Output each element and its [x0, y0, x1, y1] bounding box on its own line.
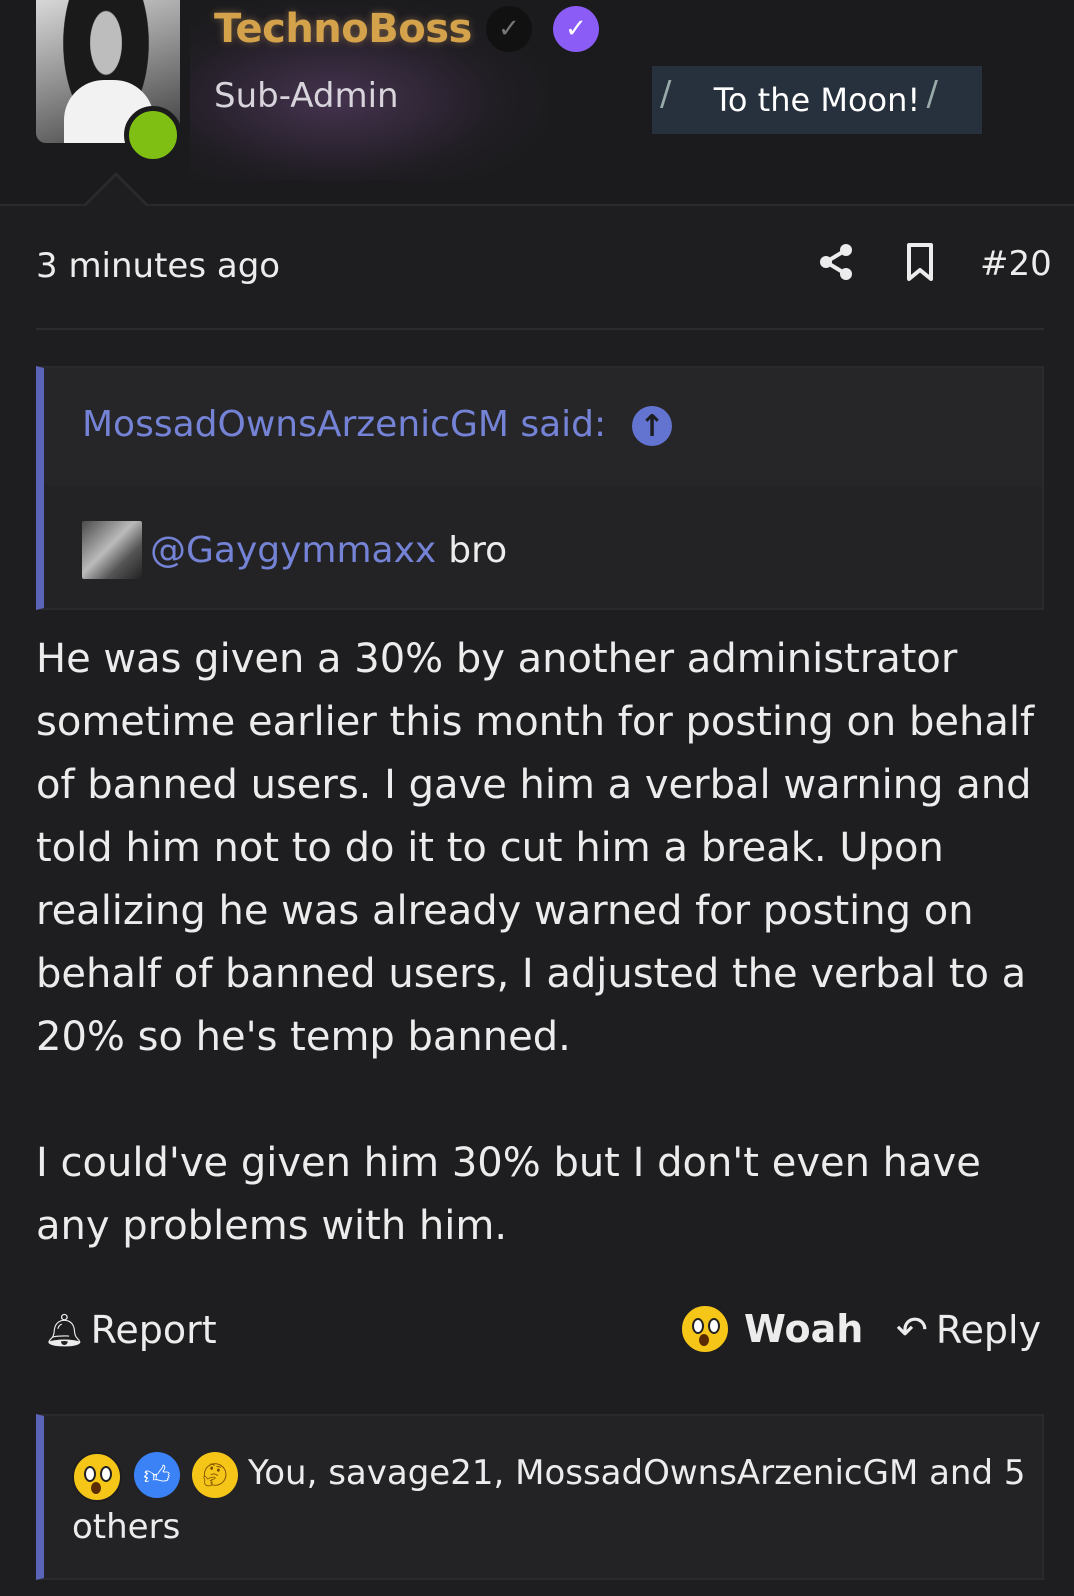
- post-number-link[interactable]: #20: [980, 244, 1052, 284]
- bell-icon: 🔔︎: [44, 1311, 85, 1349]
- reaction-summary[interactable]: You, savage21, MossadOwnsArzenicGM and 5…: [72, 1446, 1032, 1554]
- post-timestamp[interactable]: 3 minutes ago: [36, 246, 280, 286]
- post-actions: 🔔︎ Report Woah ↶ Reply: [36, 1300, 1044, 1364]
- reply-button[interactable]: ↶ Reply: [896, 1308, 1041, 1352]
- post-meta: 3 minutes ago #20: [36, 238, 1052, 294]
- quote-body: @Gaygymmaxx bro: [82, 520, 507, 580]
- check-badge-icon: ✓: [486, 6, 532, 52]
- reactions-bar[interactable]: 👍︎ 🤔︎ You, savage21, MossadOwnsArzenicGM…: [36, 1414, 1044, 1580]
- woah-label: Woah: [744, 1307, 864, 1351]
- post-paragraph: He was given a 30% by another administra…: [36, 636, 1047, 1060]
- quote-author-link[interactable]: MossadOwnsArzenicGM said:: [82, 404, 606, 445]
- post-paragraph: I could've given him 30% but I don't eve…: [36, 1140, 994, 1249]
- header-caret-inner: [86, 176, 146, 206]
- post-author-header: TechnoBoss ✓ ✓ Sub-Admin To the Moon!: [0, 0, 1074, 206]
- arrow-up-circle-icon[interactable]: ↑: [632, 406, 672, 446]
- user-mention-link[interactable]: @Gaygymmaxx: [150, 530, 436, 571]
- username[interactable]: TechnoBoss: [214, 6, 472, 52]
- online-status-icon: [124, 106, 182, 164]
- divider: [36, 328, 1044, 330]
- user-role: Sub-Admin: [214, 76, 399, 116]
- user-title-banner: To the Moon!: [652, 66, 982, 134]
- user-title-text: To the Moon!: [713, 81, 921, 119]
- mention-avatar: [82, 521, 142, 579]
- quote-header: MossadOwnsArzenicGM said: ↑: [44, 368, 1042, 486]
- verified-badge-icon: ✓: [553, 6, 599, 52]
- astonished-emoji-icon: [680, 1304, 730, 1354]
- share-icon[interactable]: [816, 242, 856, 282]
- reply-label: Reply: [935, 1308, 1042, 1352]
- react-woah-button[interactable]: Woah: [680, 1304, 863, 1354]
- report-button[interactable]: 🔔︎ Report: [44, 1308, 217, 1352]
- bookmark-icon[interactable]: [900, 242, 940, 282]
- quote-text: bro: [448, 529, 508, 571]
- quote-block: MossadOwnsArzenicGM said: ↑ @Gaygymmaxx …: [36, 366, 1044, 610]
- post-content: He was given a 30% by another administra…: [36, 628, 1056, 1258]
- report-label: Report: [90, 1308, 217, 1352]
- reply-arrow-icon: ↶: [896, 1308, 928, 1352]
